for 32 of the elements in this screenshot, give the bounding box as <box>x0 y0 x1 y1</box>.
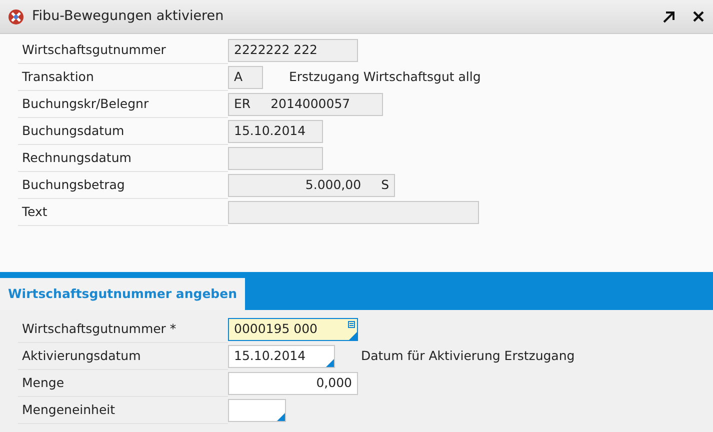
field-value: S <box>381 176 389 194</box>
corner-triangle-icon[interactable] <box>277 413 285 421</box>
field-label: Rechnungsdatum <box>18 145 228 172</box>
corner-triangle-icon[interactable] <box>349 332 357 340</box>
field-value: A <box>234 68 243 86</box>
window-title: Fibu-Bewegungen aktivieren <box>32 7 225 26</box>
field-description: Datum für Aktivierung Erstzugang <box>361 347 575 366</box>
field-label: Text <box>18 199 228 226</box>
field-label: Menge <box>18 370 228 397</box>
field-value: 2222222 222 <box>234 41 318 60</box>
close-icon[interactable] <box>692 10 705 23</box>
list-icon[interactable] <box>348 321 355 328</box>
field-label: Buchungsdatum <box>18 118 228 145</box>
expand-icon[interactable] <box>662 10 676 24</box>
input-field[interactable]: 0,000 <box>228 372 358 395</box>
field-label: Wirtschaftsgutnummer * <box>18 316 228 343</box>
field-value: 15.10.2014 <box>234 122 306 140</box>
field-label: Transaktion <box>18 64 228 91</box>
field-label: Wirtschaftsgutnummer <box>18 37 228 64</box>
corner-triangle-icon[interactable] <box>326 359 334 367</box>
field-label: Buchungsbetrag <box>18 172 228 199</box>
field-value: 5.000,00 <box>305 176 362 194</box>
field-value: 2014000057 <box>270 95 350 114</box>
field-label: Mengeneinheit <box>18 397 228 424</box>
app-logo-icon <box>8 8 24 24</box>
input-field[interactable] <box>228 399 286 422</box>
input-field[interactable]: 0000195 000 <box>228 318 358 341</box>
field-description: Erstzugang Wirtschaftsgut allg <box>289 68 481 86</box>
input-field[interactable]: 15.10.2014 <box>228 345 335 368</box>
field-value: ER <box>234 95 251 114</box>
field-label: Buchungskr/Belegnr <box>18 91 228 118</box>
field-label: Aktivierungsdatum <box>18 343 228 370</box>
